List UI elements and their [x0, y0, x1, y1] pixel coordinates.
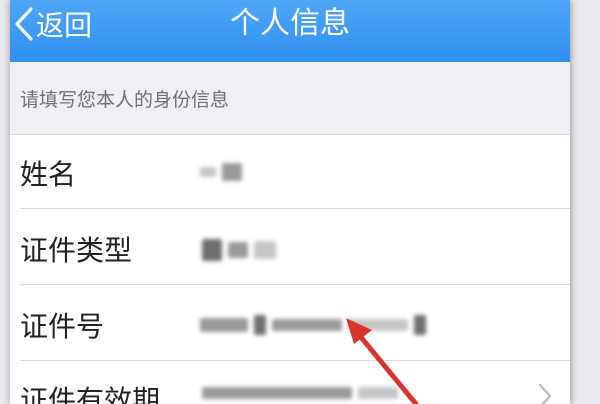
- annotation-arrow-icon: [346, 318, 419, 404]
- phone-screen: 返回 个人信息 请填写您本人的身份信息 姓名 证件类型 证件号 证件有效期: [10, 0, 570, 404]
